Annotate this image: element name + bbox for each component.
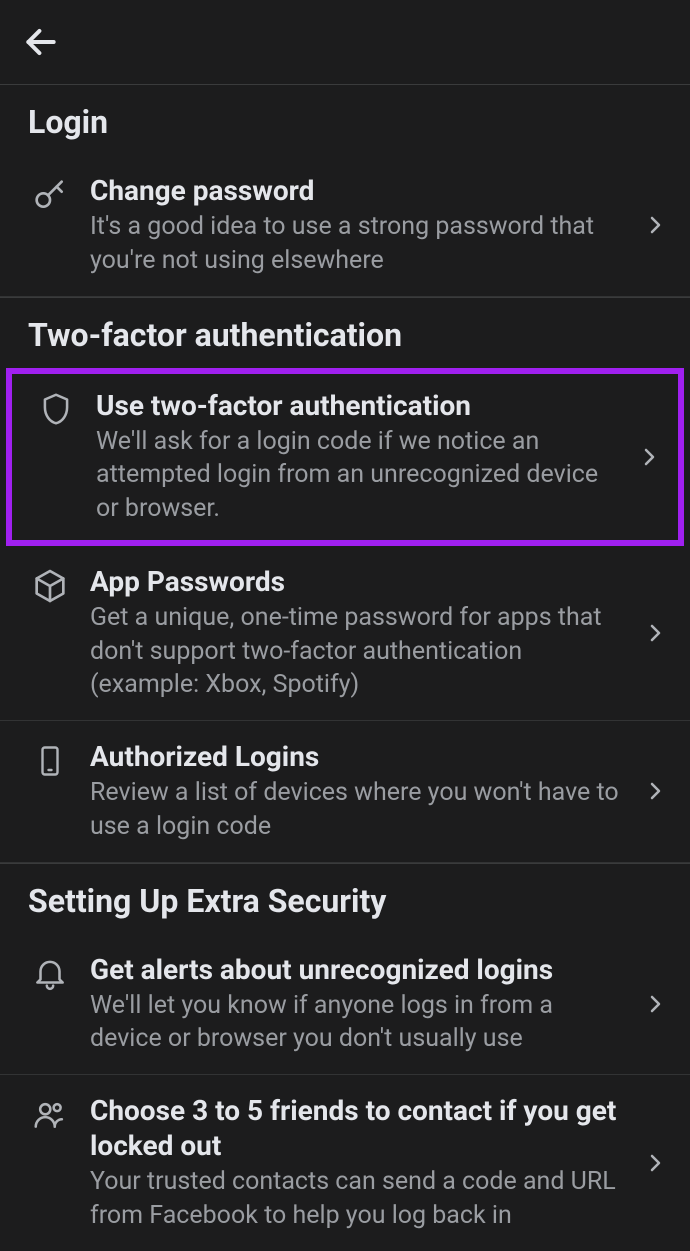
item-content: Choose 3 to 5 friends to contact if you …: [90, 1093, 622, 1233]
item-trusted-contacts[interactable]: Choose 3 to 5 friends to contact if you …: [0, 1075, 690, 1251]
item-use-2fa[interactable]: Use two-factor authentication We'll ask …: [6, 368, 684, 546]
item-content: Authorized Logins Review a list of devic…: [90, 739, 622, 844]
item-desc: We'll ask for a login code if we notice …: [96, 425, 616, 526]
bell-icon: [28, 952, 72, 992]
item-desc: It's a good idea to use a strong passwor…: [90, 210, 622, 278]
section-header-extra-security: Setting Up Extra Security: [0, 863, 690, 934]
item-title: Change password: [90, 173, 622, 208]
back-button[interactable]: [22, 23, 60, 61]
key-icon: [28, 173, 72, 215]
item-content: Use two-factor authentication We'll ask …: [96, 388, 616, 526]
section-header-2fa: Two-factor authentication: [0, 297, 690, 368]
item-title: Authorized Logins: [90, 739, 622, 774]
item-get-alerts[interactable]: Get alerts about unrecognized logins We'…: [0, 934, 690, 1076]
item-content: Get alerts about unrecognized logins We'…: [90, 952, 622, 1057]
item-authorized-logins[interactable]: Authorized Logins Review a list of devic…: [0, 721, 690, 863]
chevron-right-icon: [640, 776, 670, 806]
item-title: Get alerts about unrecognized logins: [90, 952, 622, 987]
chevron-right-icon: [640, 989, 670, 1019]
item-content: Change password It's a good idea to use …: [90, 173, 622, 278]
phone-icon: [28, 739, 72, 781]
chevron-right-icon: [640, 618, 670, 648]
chevron-right-icon: [640, 1148, 670, 1178]
item-desc: Review a list of devices where you won't…: [90, 776, 622, 844]
item-title: Choose 3 to 5 friends to contact if you …: [90, 1093, 622, 1163]
shield-icon: [34, 388, 78, 428]
item-title: Use two-factor authentication: [96, 388, 616, 423]
item-desc: We'll let you know if anyone logs in fro…: [90, 989, 622, 1057]
item-change-password[interactable]: Change password It's a good idea to use …: [0, 155, 690, 297]
chevron-right-icon: [640, 210, 670, 240]
item-content: App Passwords Get a unique, one-time pas…: [90, 564, 622, 702]
item-desc: Your trusted contacts can send a code an…: [90, 1165, 622, 1233]
item-desc: Get a unique, one-time password for apps…: [90, 601, 622, 702]
section-header-login: Login: [0, 85, 690, 155]
item-title: App Passwords: [90, 564, 622, 599]
people-icon: [28, 1093, 72, 1133]
chevron-right-icon: [634, 442, 664, 472]
item-app-passwords[interactable]: App Passwords Get a unique, one-time pas…: [0, 546, 690, 721]
cube-icon: [28, 564, 72, 606]
header-bar: [0, 0, 690, 85]
